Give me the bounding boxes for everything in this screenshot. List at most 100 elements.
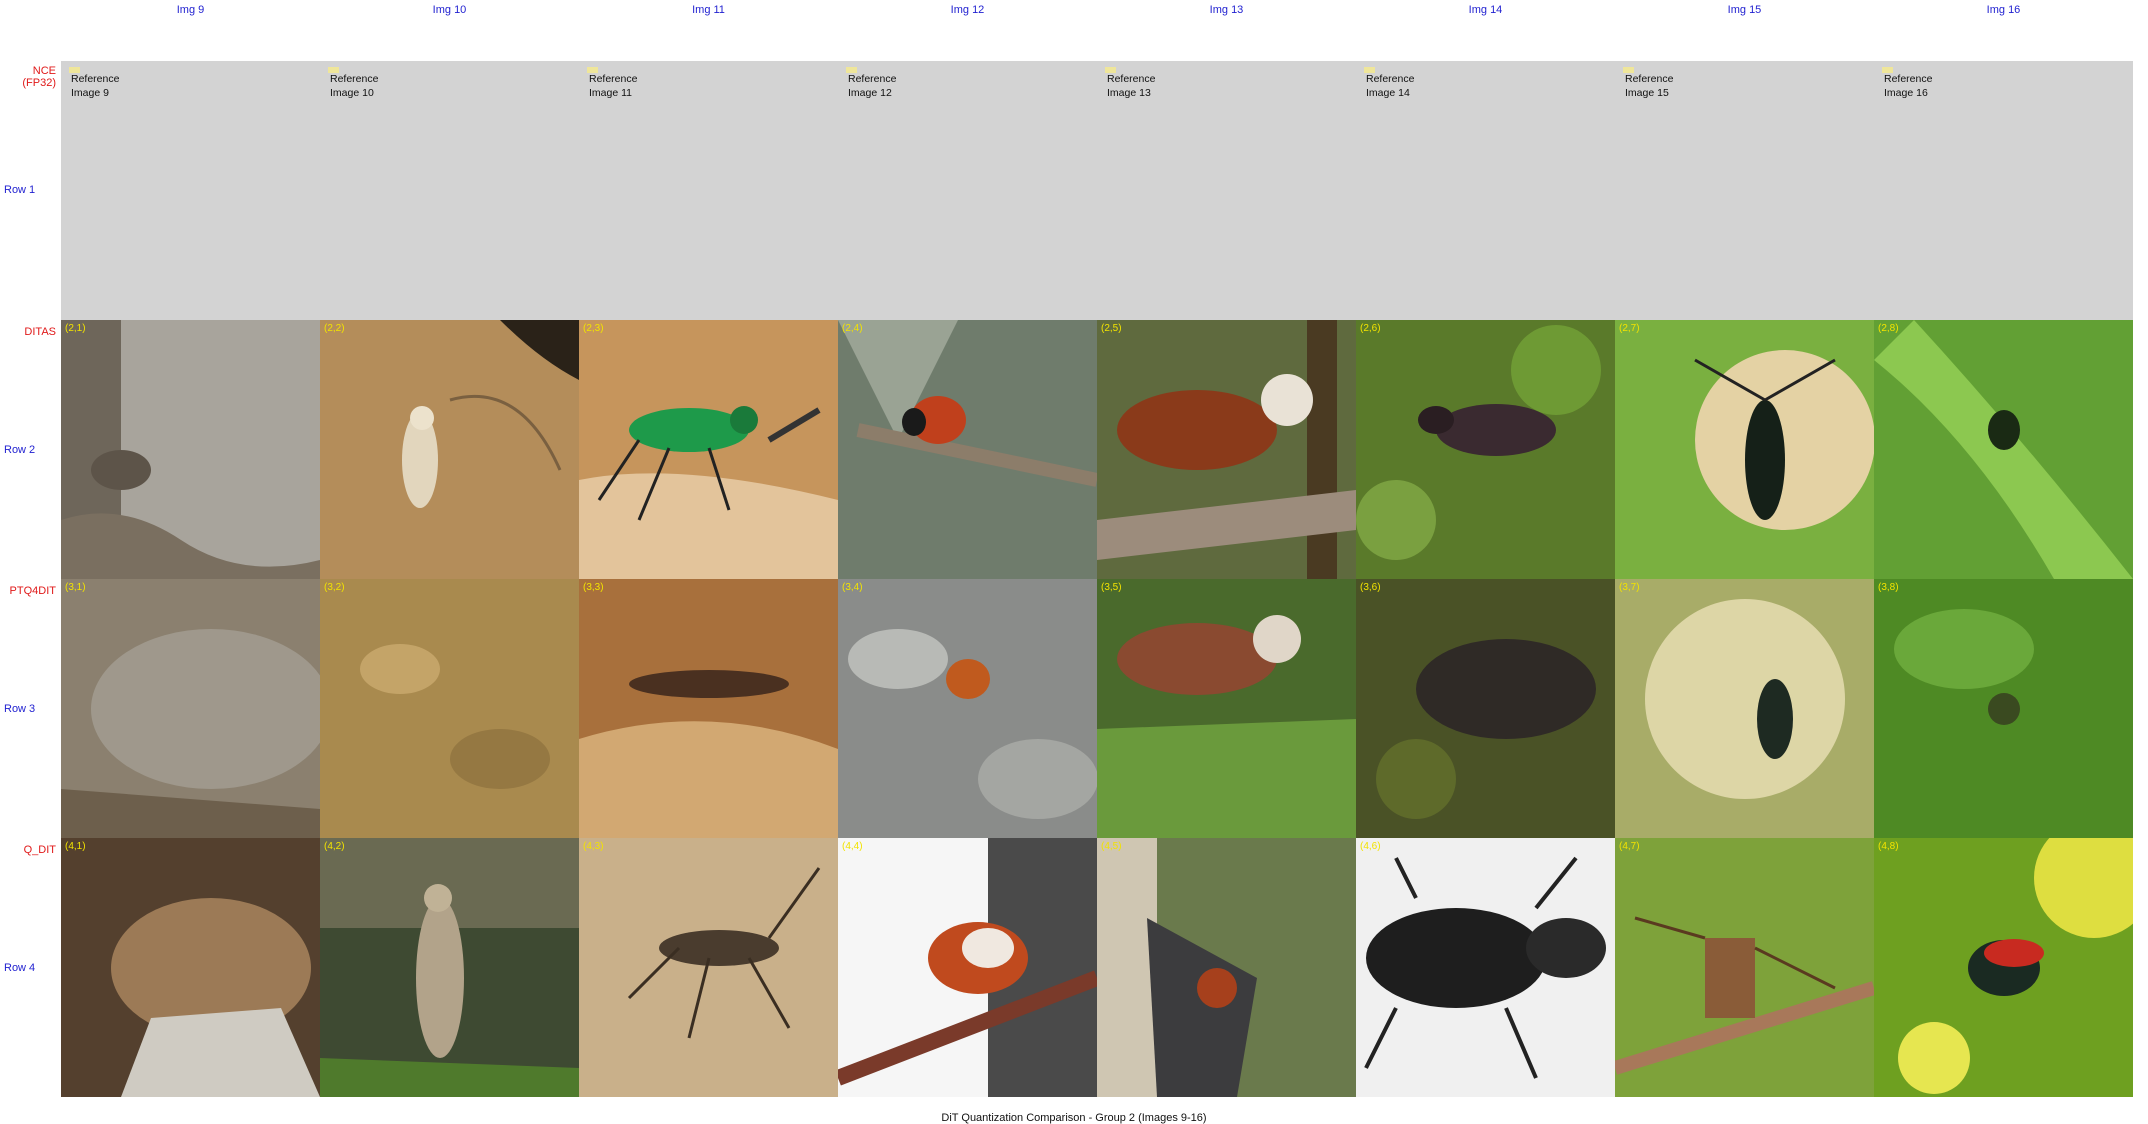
row-label-4: Row 4 <box>4 962 36 974</box>
column-header-img-16: Img 16 <box>1986 4 2021 16</box>
row-label-2: Row 2 <box>4 444 36 456</box>
sample-image <box>1356 838 1615 1097</box>
sample-image <box>579 320 838 579</box>
reference-title: Reference <box>589 73 638 85</box>
column-header-img-14: Img 14 <box>1468 4 1503 16</box>
sample-image <box>1356 320 1615 579</box>
method-label-q-dit: Q_DIT <box>23 844 56 856</box>
sample-cell: (4,6) <box>1356 838 1615 1097</box>
sample-cell: (4,5) <box>1097 838 1356 1097</box>
sample-image <box>838 579 1097 838</box>
cell-coordinate: (3,5) <box>1101 582 1122 593</box>
cell-coordinate: (4,6) <box>1360 841 1381 852</box>
sample-image <box>838 838 1097 1097</box>
cell-coordinate: (4,3) <box>583 841 604 852</box>
sample-image <box>320 320 579 579</box>
cell-coordinate: (3,8) <box>1878 582 1899 593</box>
comparison-grid: Reference Image 9 Reference Image 10 Refer… <box>61 61 2137 1099</box>
reference-cell-16: Reference Image 16 <box>1874 61 2133 320</box>
sample-cell: (2,8) <box>1874 320 2133 579</box>
sample-cell: (4,1) <box>61 838 320 1097</box>
sample-cell: (3,6) <box>1356 579 1615 838</box>
sample-cell: (3,5) <box>1097 579 1356 838</box>
sample-cell: (4,7) <box>1615 838 1874 1097</box>
column-header-img-12: Img 12 <box>950 4 985 16</box>
cell-coordinate: (4,1) <box>65 841 86 852</box>
sample-image <box>1874 579 2133 838</box>
cell-coordinate: (4,2) <box>324 841 345 852</box>
cell-coordinate: (2,8) <box>1878 323 1899 334</box>
sample-cell: (2,3) <box>579 320 838 579</box>
sample-cell: (2,7) <box>1615 320 1874 579</box>
column-header-img-13: Img 13 <box>1209 4 1244 16</box>
sample-image <box>1615 579 1874 838</box>
reference-title: Reference <box>1366 73 1415 85</box>
column-header-img-15: Img 15 <box>1727 4 1762 16</box>
sample-image <box>61 579 320 838</box>
reference-image-name: Image 12 <box>848 87 892 99</box>
cell-coordinate: (2,2) <box>324 323 345 334</box>
cell-coordinate: (3,6) <box>1360 582 1381 593</box>
reference-cell-14: Reference Image 14 <box>1356 61 1615 320</box>
sample-image <box>1874 320 2133 579</box>
sample-cell: (3,3) <box>579 579 838 838</box>
reference-title: Reference <box>1884 73 1933 85</box>
column-header-img-9: Img 9 <box>176 4 205 16</box>
cell-coordinate: (2,3) <box>583 323 604 334</box>
cell-coordinate: (2,1) <box>65 323 86 334</box>
sample-image <box>579 838 838 1097</box>
cell-coordinate: (2,5) <box>1101 323 1122 334</box>
sample-cell: (4,8) <box>1874 838 2133 1097</box>
sample-cell: (2,6) <box>1356 320 1615 579</box>
sample-image <box>320 838 579 1097</box>
cell-coordinate: (2,6) <box>1360 323 1381 334</box>
sample-cell: (3,2) <box>320 579 579 838</box>
cell-coordinate: (4,7) <box>1619 841 1640 852</box>
reference-image-name: Image 15 <box>1625 87 1669 99</box>
sample-image <box>1615 838 1874 1097</box>
reference-image-name: Image 9 <box>71 87 109 99</box>
reference-title: Reference <box>848 73 897 85</box>
cell-coordinate: (3,3) <box>583 582 604 593</box>
sample-image <box>61 838 320 1097</box>
sample-cell: (3,8) <box>1874 579 2133 838</box>
sample-cell: (4,4) <box>838 838 1097 1097</box>
cell-coordinate: (2,4) <box>842 323 863 334</box>
cell-coordinate: (4,8) <box>1878 841 1899 852</box>
method-label-ditas: DITAS <box>24 326 56 338</box>
reference-cell-10: Reference Image 10 <box>320 61 579 320</box>
sample-cell: (2,5) <box>1097 320 1356 579</box>
sample-cell: (3,7) <box>1615 579 1874 838</box>
sample-cell: (3,4) <box>838 579 1097 838</box>
sample-image <box>1356 579 1615 838</box>
cell-coordinate: (3,2) <box>324 582 345 593</box>
reference-image-name: Image 10 <box>330 87 374 99</box>
sample-image <box>579 579 838 838</box>
reference-title: Reference <box>71 73 120 85</box>
sample-cell: (2,1) <box>61 320 320 579</box>
sample-cell: (4,2) <box>320 838 579 1097</box>
sample-image <box>1097 579 1356 838</box>
cell-coordinate: (4,4) <box>842 841 863 852</box>
sample-cell: (2,2) <box>320 320 579 579</box>
reference-cell-13: Reference Image 13 <box>1097 61 1356 320</box>
column-header-img-10: Img 10 <box>432 4 467 16</box>
sample-image <box>61 320 320 579</box>
row-label-3: Row 3 <box>4 703 36 715</box>
sample-image <box>1615 320 1874 579</box>
reference-cell-12: Reference Image 12 <box>838 61 1097 320</box>
method-label-fp32: NCE (FP32) <box>22 65 56 89</box>
reference-image-name: Image 14 <box>1366 87 1410 99</box>
sample-cell: (3,1) <box>61 579 320 838</box>
reference-image-name: Image 13 <box>1107 87 1151 99</box>
cell-coordinate: (4,5) <box>1101 841 1122 852</box>
reference-cell-9: Reference Image 9 <box>61 61 320 320</box>
sample-image <box>1097 838 1356 1097</box>
method-label-ptq4dit: PTQ4DIT <box>9 585 56 597</box>
reference-image-name: Image 16 <box>1884 87 1928 99</box>
reference-image-name: Image 11 <box>589 87 632 99</box>
sample-image <box>838 320 1097 579</box>
cell-coordinate: (3,4) <box>842 582 863 593</box>
sample-cell: (4,3) <box>579 838 838 1097</box>
reference-title: Reference <box>1625 73 1674 85</box>
